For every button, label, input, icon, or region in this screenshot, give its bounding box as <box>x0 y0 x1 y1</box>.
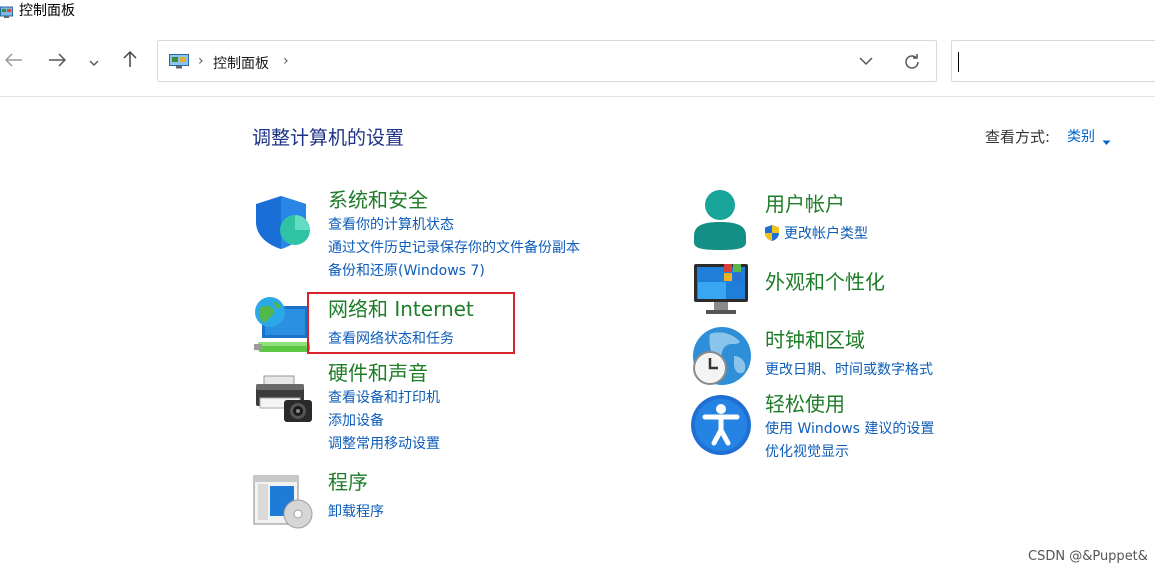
back-button[interactable] <box>0 47 28 75</box>
control-panel-icon <box>169 54 189 69</box>
chevron-down-icon <box>89 52 99 71</box>
highlight-box <box>307 292 515 354</box>
shield-icon[interactable] <box>252 194 314 256</box>
text-cursor <box>958 52 959 72</box>
forward-button[interactable] <box>43 47 71 75</box>
breadcrumb-separator: › <box>198 53 204 69</box>
accessibility-icon[interactable] <box>690 394 752 456</box>
view-by-label: 查看方式: <box>985 128 1051 146</box>
refresh-icon <box>903 54 921 75</box>
address-bar[interactable]: › 控制面板 › <box>157 40 937 82</box>
link-backup-restore[interactable]: 备份和还原(Windows 7) <box>328 261 485 281</box>
search-input[interactable] <box>951 40 1155 82</box>
printer-icon[interactable] <box>252 372 314 434</box>
clock-globe-icon[interactable] <box>690 326 752 388</box>
link-view-computer-status[interactable]: 查看你的计算机状态 <box>328 215 454 235</box>
recent-locations-button[interactable] <box>81 47 107 75</box>
breadcrumb-control-panel[interactable]: 控制面板 <box>213 53 269 73</box>
category-ease-of-access[interactable]: 轻松使用 <box>765 392 845 416</box>
link-optimize-visual-display[interactable]: 优化视觉显示 <box>765 442 849 462</box>
category-user-accounts[interactable]: 用户帐户 <box>765 192 845 216</box>
category-programs[interactable]: 程序 <box>328 470 368 494</box>
category-clock-region[interactable]: 时钟和区域 <box>765 328 865 352</box>
link-mobility-settings[interactable]: 调整常用移动设置 <box>328 434 440 454</box>
arrow-left-icon <box>4 52 23 71</box>
link-date-time-format[interactable]: 更改日期、时间或数字格式 <box>765 360 933 380</box>
programs-icon[interactable] <box>252 474 314 536</box>
link-devices-printers[interactable]: 查看设备和打印机 <box>328 388 440 408</box>
window-title: 控制面板 <box>19 3 75 19</box>
chevron-down-icon <box>858 54 874 73</box>
link-recommended-settings[interactable]: 使用 Windows 建议的设置 <box>765 419 934 439</box>
link-uninstall-program[interactable]: 卸载程序 <box>328 502 384 522</box>
arrow-up-icon <box>122 50 138 72</box>
breadcrumb-separator[interactable]: › <box>283 53 289 69</box>
address-history-button[interactable] <box>858 53 878 71</box>
user-icon[interactable] <box>690 188 752 250</box>
view-by-dropdown[interactable]: 类别 <box>1067 126 1095 146</box>
caret-down-icon[interactable] <box>1102 131 1111 145</box>
arrow-right-icon <box>48 52 67 71</box>
control-panel-icon <box>0 4 13 18</box>
link-file-history-backup[interactable]: 通过文件历史记录保存你的文件备份副本 <box>328 238 580 258</box>
page-title: 调整计算机的设置 <box>252 127 405 149</box>
link-add-device[interactable]: 添加设备 <box>328 411 384 431</box>
up-button[interactable] <box>116 47 144 75</box>
network-globe-icon[interactable] <box>252 294 314 356</box>
watermark: CSDN @&Puppet& <box>1028 549 1148 564</box>
category-appearance[interactable]: 外观和个性化 <box>765 270 885 294</box>
title-bar: 控制面板 <box>0 0 1155 26</box>
category-hardware-sound[interactable]: 硬件和声音 <box>328 361 428 385</box>
uac-shield-icon <box>763 224 781 242</box>
link-change-account-type[interactable]: 更改帐户类型 <box>784 224 868 244</box>
divider <box>0 96 1155 97</box>
monitor-icon[interactable] <box>690 260 752 322</box>
refresh-button[interactable] <box>903 53 923 73</box>
category-system-security[interactable]: 系统和安全 <box>328 188 428 212</box>
